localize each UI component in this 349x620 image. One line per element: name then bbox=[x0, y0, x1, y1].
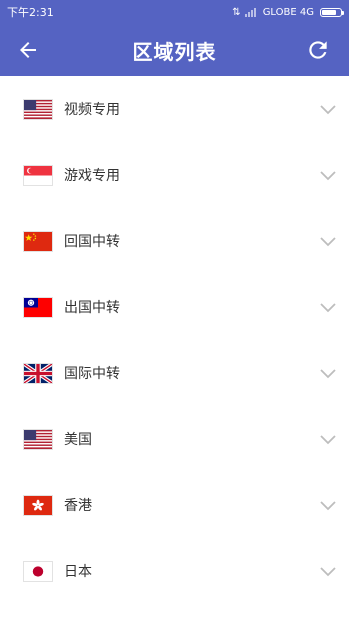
status-bar: 下午2:31 ⇅ GLOBE 4G bbox=[0, 0, 349, 24]
taiwan-flag-icon bbox=[23, 296, 53, 318]
region-label: 日本 bbox=[64, 564, 92, 580]
region-label: 香港 bbox=[64, 498, 92, 514]
chevron-down-icon[interactable] bbox=[319, 499, 337, 511]
singapore-flag-icon bbox=[23, 164, 53, 186]
region-item-hong-kong[interactable]: 香港 bbox=[0, 472, 349, 538]
page-title: 区域列表 bbox=[132, 39, 217, 64]
chevron-down-icon[interactable] bbox=[319, 565, 337, 577]
china-flag-icon bbox=[23, 230, 53, 252]
region-item-usa[interactable]: 美国 bbox=[0, 406, 349, 472]
us-flag-icon bbox=[23, 428, 53, 450]
region-item-video[interactable]: 视频专用 bbox=[0, 76, 349, 142]
chevron-down-icon[interactable] bbox=[319, 301, 337, 313]
region-item-outbound[interactable]: 出国中转 bbox=[0, 274, 349, 340]
hong-kong-flag-icon bbox=[23, 494, 53, 516]
data-activity-icon: ⇅ bbox=[232, 6, 241, 18]
region-item-japan[interactable]: 日本 bbox=[0, 538, 349, 604]
signal-strength-icon bbox=[244, 8, 256, 17]
region-label: 国际中转 bbox=[64, 366, 120, 382]
region-label: 美国 bbox=[64, 432, 92, 448]
battery-icon bbox=[320, 7, 344, 17]
region-label: 视频专用 bbox=[64, 102, 120, 118]
status-time: 下午2:31 bbox=[7, 6, 54, 19]
region-item-international[interactable]: 国际中转 bbox=[0, 340, 349, 406]
region-label: 游戏专用 bbox=[64, 168, 120, 184]
uk-flag-icon bbox=[23, 362, 53, 384]
refresh-icon[interactable] bbox=[305, 37, 331, 63]
chevron-down-icon[interactable] bbox=[319, 169, 337, 181]
japan-flag-icon bbox=[23, 560, 53, 582]
us-flag-icon bbox=[23, 98, 53, 120]
chevron-down-icon[interactable] bbox=[319, 367, 337, 379]
region-item-return-china[interactable]: 回国中转 bbox=[0, 208, 349, 274]
chevron-down-icon[interactable] bbox=[319, 235, 337, 247]
chevron-down-icon[interactable] bbox=[319, 433, 337, 445]
carrier-label: GLOBE 4G bbox=[262, 6, 314, 18]
region-label: 出国中转 bbox=[64, 300, 120, 316]
status-right: ⇅ GLOBE 4G bbox=[232, 6, 344, 18]
region-item-gaming[interactable]: 游戏专用 bbox=[0, 142, 349, 208]
app-bar: 区域列表 bbox=[0, 24, 349, 76]
region-list: 视频专用 游戏专用 回国中转 出国中转 国际中转 美国 香港 日本 bbox=[0, 76, 349, 604]
chevron-down-icon[interactable] bbox=[319, 103, 337, 115]
status-left: 下午2:31 bbox=[7, 4, 54, 20]
battery-fill bbox=[322, 9, 336, 15]
back-arrow-icon[interactable] bbox=[16, 38, 40, 62]
region-label: 回国中转 bbox=[64, 234, 120, 250]
